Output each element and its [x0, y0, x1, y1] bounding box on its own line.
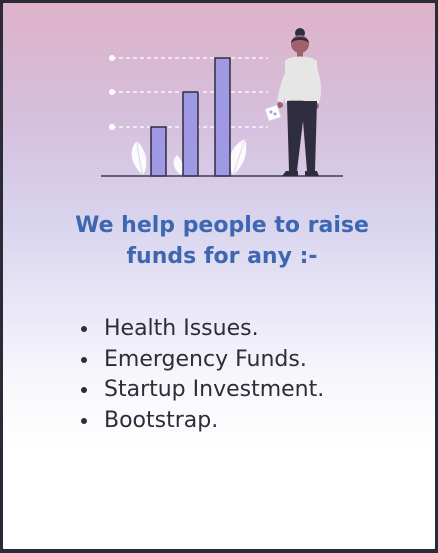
growth-bars	[150, 57, 231, 177]
list-item: Health Issues.	[73, 314, 324, 345]
person-with-growth-chart-illustration	[101, 28, 343, 177]
bullet-icon	[81, 326, 87, 333]
list-item: Bootstrap.	[73, 406, 324, 437]
woman-figure-icon	[277, 28, 322, 176]
leaf-left-icon	[131, 140, 147, 176]
headline: We help people to raise funds for any :-	[23, 210, 421, 272]
leaf-middle-icon	[173, 155, 184, 175]
leaf-right-icon	[229, 138, 247, 176]
bullet-icon	[81, 417, 87, 424]
purpose-list: Health Issues. Emergency Funds. Startup …	[73, 314, 324, 436]
list-item-label: Health Issues.	[104, 316, 259, 341]
bullet-icon	[81, 356, 87, 363]
list-item: Startup Investment.	[73, 375, 324, 406]
bullet-icon	[81, 387, 87, 394]
list-item: Emergency Funds.	[73, 345, 324, 376]
fundraising-card: We help people to raise funds for any :-…	[0, 0, 438, 552]
headline-line-1: We help people to raise	[75, 213, 369, 238]
list-item-label: Startup Investment.	[104, 377, 325, 402]
headline-line-2: funds for any :-	[126, 244, 318, 269]
list-item-label: Bootstrap.	[104, 407, 219, 433]
list-item-label: Emergency Funds.	[104, 346, 307, 372]
